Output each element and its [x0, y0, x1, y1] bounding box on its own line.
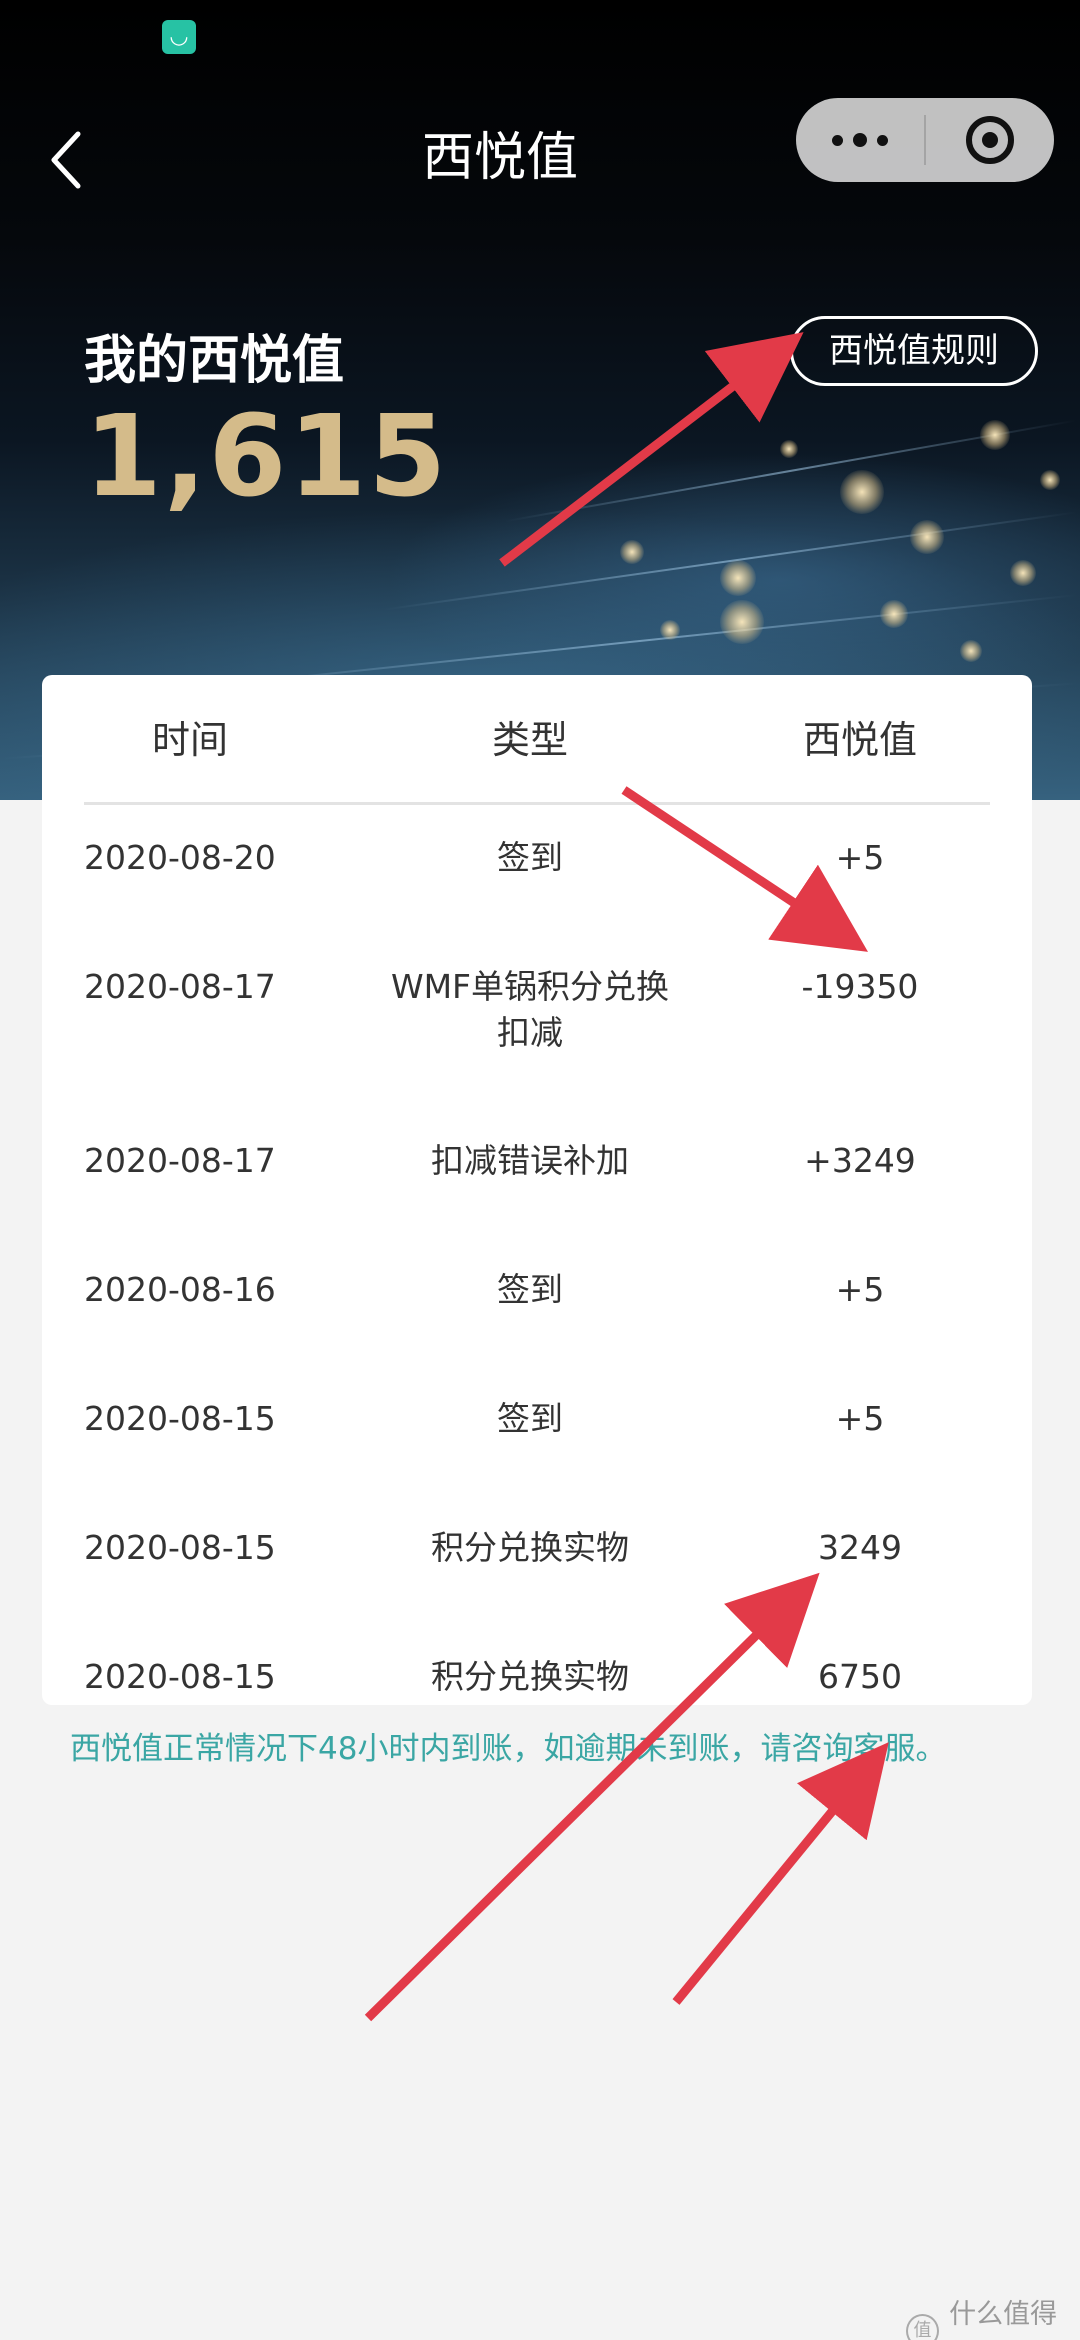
row-date: 2020-08-16: [84, 1270, 276, 1309]
row-value: +5: [835, 838, 885, 877]
arrival-notice: 西悦值正常情况下48小时内到账，如逾期未到账，请咨询客服。: [70, 1731, 947, 1767]
row-value: 3249: [818, 1528, 902, 1567]
page: ◡ 西悦值 我的西悦值 1,615 西悦值规则 时间 类型 西悦值 2020-0…: [0, 0, 1080, 2340]
watermark-text: 什么值得买: [949, 2299, 1058, 2340]
row-type: WMF单锅积分兑换扣减: [390, 967, 670, 1052]
my-points-value: 1,615: [84, 392, 449, 522]
mi-icon: ◡: [162, 20, 196, 54]
table-row: 2020-08-15 积分兑换实物 3249: [84, 1525, 990, 1571]
row-date: 2020-08-15: [84, 1528, 276, 1567]
watermark: 值 什么值得买: [906, 2292, 1080, 2340]
more-dots-icon: [832, 134, 843, 146]
table-row: 2020-08-16 签到 +5: [84, 1267, 990, 1313]
row-date: 2020-08-15: [84, 1657, 276, 1696]
row-type: 签到: [497, 1399, 563, 1438]
row-date: 2020-08-17: [84, 967, 276, 1006]
table-row: 2020-08-17 扣减错误补加 +3249: [84, 1138, 990, 1184]
more-button[interactable]: [796, 98, 924, 182]
table-header: 时间 类型 西悦值: [84, 675, 990, 805]
row-date: 2020-08-20: [84, 838, 276, 877]
row-value: 6750: [818, 1657, 902, 1696]
my-points-label: 我的西悦值: [84, 331, 345, 391]
table-row: 2020-08-15 积分兑换实物 6750: [84, 1654, 990, 1700]
column-header-type: 类型: [491, 718, 568, 762]
table-row: 2020-08-15 签到 +5: [84, 1396, 990, 1442]
points-history-card: 时间 类型 西悦值 2020-08-20 签到 +5 2020-08-17 WM…: [42, 675, 1032, 1705]
row-date: 2020-08-15: [84, 1399, 276, 1438]
annotation-arrow: [672, 1742, 889, 2005]
column-header-value: 西悦值: [802, 718, 917, 762]
target-circle-icon: [966, 116, 1014, 164]
row-type: 签到: [497, 1270, 563, 1309]
row-value: -19350: [801, 967, 919, 1006]
row-type: 积分兑换实物: [431, 1657, 629, 1696]
smzdm-logo-icon: 值: [906, 2314, 940, 2340]
column-header-time: 时间: [152, 718, 229, 762]
mini-program-capsule: [796, 98, 1054, 182]
row-value: +5: [835, 1399, 885, 1438]
row-value: +3249: [804, 1141, 916, 1180]
row-date: 2020-08-17: [84, 1141, 276, 1180]
rules-button[interactable]: 西悦值规则: [790, 316, 1038, 386]
row-value: +5: [835, 1270, 885, 1309]
row-type: 积分兑换实物: [431, 1528, 629, 1567]
close-button[interactable]: [926, 98, 1054, 182]
row-type: 扣减错误补加: [431, 1141, 629, 1180]
table-row: 2020-08-17 WMF单锅积分兑换扣减 -19350: [84, 964, 990, 1056]
row-type: 签到: [497, 838, 563, 877]
table-row: 2020-08-20 签到 +5: [84, 835, 990, 881]
